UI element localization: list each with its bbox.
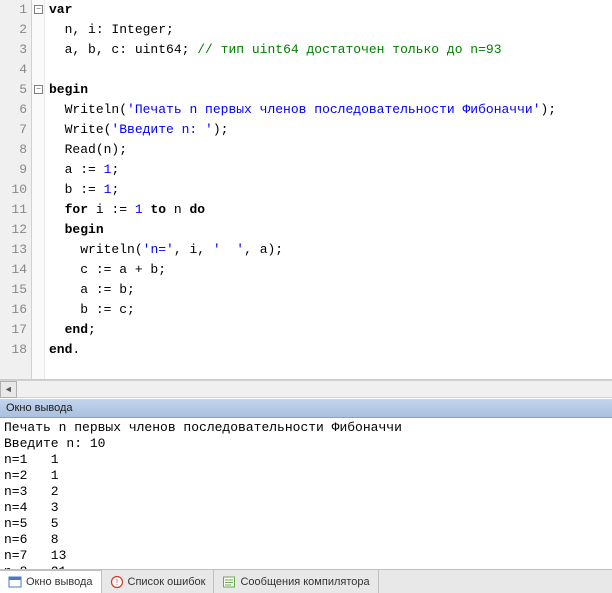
line-number: 16 (0, 300, 27, 320)
line-number: 9 (0, 160, 27, 180)
code-line[interactable]: end; (49, 320, 612, 340)
fold-toggle-icon[interactable]: − (34, 5, 43, 14)
bottom-tab-2[interactable]: Сообщения компилятора (214, 570, 378, 593)
line-number: 1 (0, 0, 27, 20)
line-number: 17 (0, 320, 27, 340)
code-line[interactable]: a := 1; (49, 160, 612, 180)
line-number: 6 (0, 100, 27, 120)
code-line[interactable]: begin (49, 80, 612, 100)
code-line[interactable]: a := b; (49, 280, 612, 300)
line-number: 18 (0, 340, 27, 360)
tab-label: Окно вывода (26, 576, 93, 588)
output-panel-title: Окно вывода (0, 398, 612, 418)
output-icon (8, 575, 22, 589)
chevron-left-icon: ◄ (6, 385, 11, 395)
code-line[interactable]: var (49, 0, 612, 20)
line-number: 15 (0, 280, 27, 300)
line-number: 8 (0, 140, 27, 160)
line-number: 12 (0, 220, 27, 240)
code-line[interactable]: writeln('n=', i, ' ', a); (49, 240, 612, 260)
code-line[interactable]: begin (49, 220, 612, 240)
bottom-tabs: Окно вывода! Список ошибок Сообщения компи… (0, 569, 612, 593)
line-number: 2 (0, 20, 27, 40)
code-line[interactable]: c := a + b; (49, 260, 612, 280)
line-number: 4 (0, 60, 27, 80)
fold-toggle-icon[interactable]: − (34, 85, 43, 94)
code-body[interactable]: var n, i: Integer; a, b, c: uint64; // т… (45, 0, 612, 379)
errors-icon: ! (110, 575, 124, 589)
code-line[interactable]: b := c; (49, 300, 612, 320)
code-line[interactable]: Write('Введите n: '); (49, 120, 612, 140)
code-line[interactable]: Read(n); (49, 140, 612, 160)
scroll-left-button[interactable]: ◄ (0, 381, 17, 398)
line-number: 14 (0, 260, 27, 280)
line-number: 5 (0, 80, 27, 100)
code-line[interactable] (49, 60, 612, 80)
code-line[interactable]: Writeln('Печать n первых членов последов… (49, 100, 612, 120)
bottom-tab-1[interactable]: ! Список ошибок (102, 570, 215, 593)
bottom-tab-0[interactable]: Окно вывода (0, 570, 102, 593)
tab-label: Сообщения компилятора (240, 576, 369, 588)
code-line[interactable]: n, i: Integer; (49, 20, 612, 40)
line-number: 10 (0, 180, 27, 200)
code-line[interactable]: end. (49, 340, 612, 360)
line-number: 7 (0, 120, 27, 140)
line-number-gutter: 123456789101112131415161718 (0, 0, 32, 379)
code-line[interactable]: b := 1; (49, 180, 612, 200)
code-line[interactable]: for i := 1 to n do (49, 200, 612, 220)
line-number: 3 (0, 40, 27, 60)
code-editor[interactable]: 123456789101112131415161718 −− var n, i:… (0, 0, 612, 380)
horizontal-scrollbar[interactable]: ◄ (0, 380, 612, 398)
output-panel-body[interactable]: Печать n первых членов последовательност… (0, 418, 612, 569)
code-line[interactable]: a, b, c: uint64; // тип uint64 достаточе… (49, 40, 612, 60)
line-number: 11 (0, 200, 27, 220)
line-number: 13 (0, 240, 27, 260)
tab-label: Список ошибок (128, 576, 206, 588)
svg-text:!: ! (115, 578, 117, 587)
fold-column[interactable]: −− (32, 0, 45, 379)
messages-icon (222, 575, 236, 589)
